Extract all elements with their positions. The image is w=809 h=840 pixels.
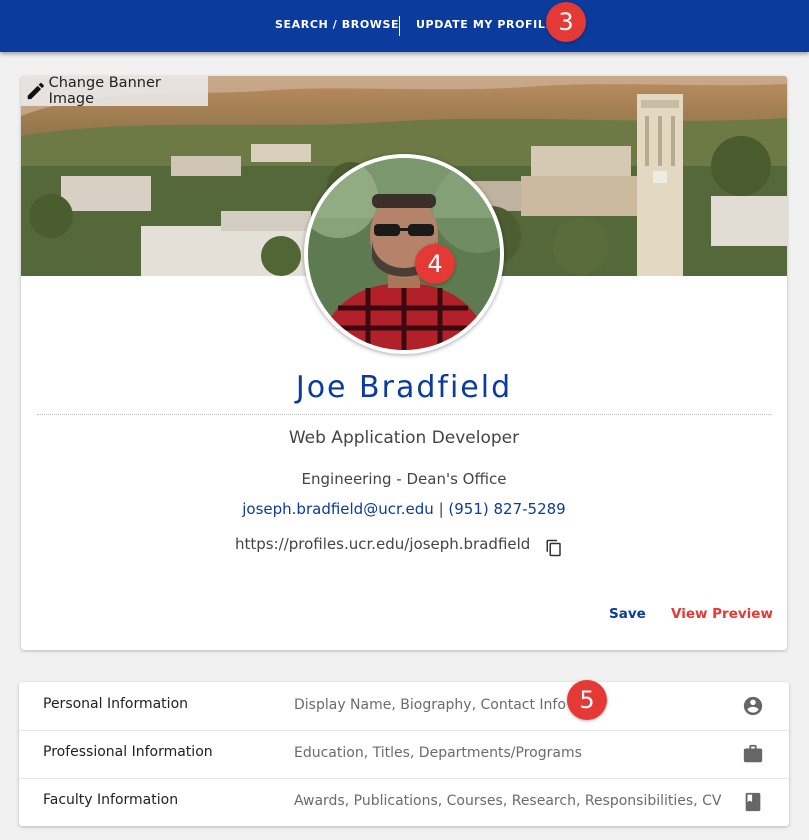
pencil-icon (27, 82, 44, 100)
nav-search-browse[interactable]: SEARCH / BROWSE (275, 18, 399, 31)
callout-badge-5: 5 (567, 680, 607, 720)
copy-icon[interactable] (545, 539, 563, 557)
contact-separator: | (438, 500, 444, 518)
profile-name: Joe Bradfield (295, 370, 513, 405)
nav-update-my-profile[interactable]: UPDATE MY PROFILE (416, 18, 554, 31)
profile-photo (308, 158, 500, 350)
job-title: Web Application Developer (288, 428, 520, 448)
profile-url: https://profiles.ucr.edu/joseph.bradfiel… (235, 535, 531, 553)
account-circle-icon (743, 696, 763, 716)
book-icon (745, 792, 761, 812)
profile-sections-list: Personal Information Display Name, Biogr… (19, 680, 789, 826)
section-label: Personal Information (43, 696, 189, 712)
save-button[interactable]: Save (609, 606, 646, 622)
section-label: Professional Information (43, 744, 213, 760)
briefcase-icon (743, 744, 763, 763)
contact-line: joseph.bradfield@ucr.edu | (951) 827-528… (21, 500, 787, 518)
section-label: Faculty Information (43, 792, 179, 808)
department: Engineering - Dean's Office (301, 470, 507, 488)
callout-badge-3: 3 (546, 2, 586, 42)
change-banner-image-button[interactable]: Change Banner Image (21, 76, 208, 107)
list-item-professional-information[interactable]: Professional Information Education, Titl… (19, 730, 789, 778)
view-preview-button[interactable]: View Preview (671, 606, 773, 622)
callout-badge-4: 4 (415, 244, 455, 284)
avatar[interactable]: 4 (304, 154, 504, 354)
section-description: Education, Titles, Departments/Programs (294, 745, 582, 761)
phone-link[interactable]: (951) 827-5289 (448, 500, 565, 518)
list-item-personal-information[interactable]: Personal Information Display Name, Biogr… (19, 682, 789, 730)
section-description: Display Name, Biography, Contact Info (294, 697, 566, 713)
name-divider (37, 414, 771, 415)
email-link[interactable]: joseph.bradfield@ucr.edu (242, 500, 434, 518)
list-item-faculty-information[interactable]: Faculty Information Awards, Publications… (19, 778, 789, 826)
change-banner-label: Change Banner Image (48, 76, 161, 107)
profile-card: Change Banner Image 4 Joe Bradfield Web … (21, 76, 787, 650)
nav-divider (399, 16, 400, 36)
section-description: Awards, Publications, Courses, Research,… (294, 793, 722, 809)
profile-photo-illustration (308, 158, 500, 350)
top-nav-bar: SEARCH / BROWSE UPDATE MY PROFILE 3 (0, 0, 809, 52)
